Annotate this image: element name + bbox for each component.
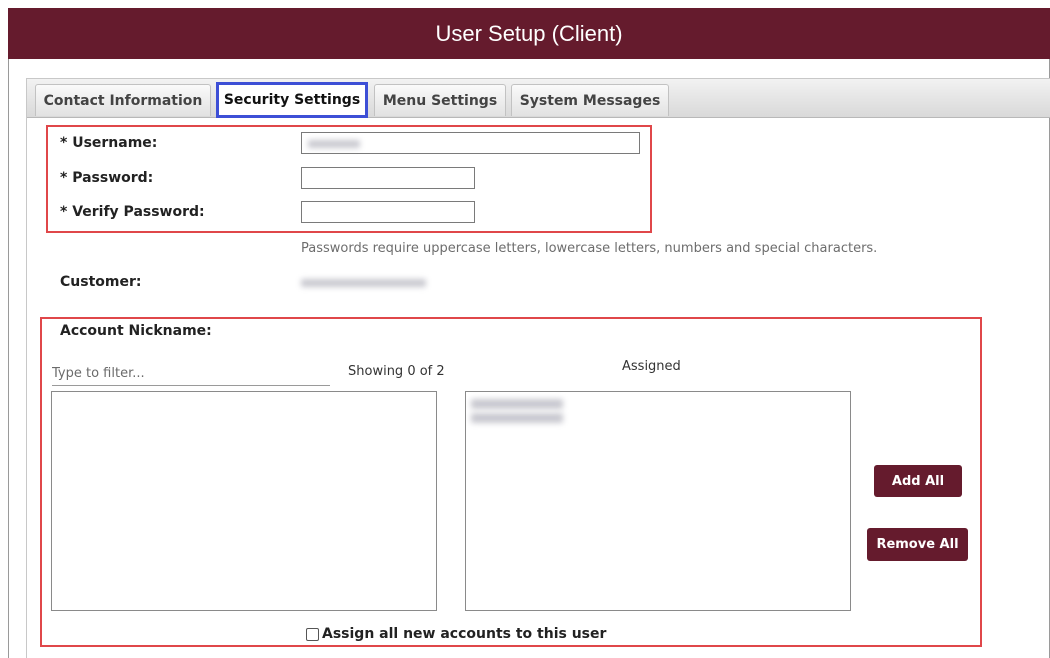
tab-menu-settings[interactable]: Menu Settings (374, 84, 506, 116)
tab-contact-information[interactable]: Contact Information (35, 84, 211, 116)
remove-all-button[interactable]: Remove All (867, 528, 968, 561)
customer-label: Customer: (60, 274, 142, 290)
available-accounts-list[interactable] (51, 391, 437, 611)
account-nickname-label: Account Nickname: (60, 323, 212, 339)
redacted-customer-value (301, 279, 426, 287)
assigned-label: Assigned (622, 359, 681, 374)
password-label: * Password: (60, 170, 154, 186)
username-label: * Username: (60, 135, 158, 151)
assign-all-new-row[interactable]: Assign all new accounts to this user (306, 626, 606, 642)
assign-all-new-label[interactable]: Assign all new accounts to this user (322, 626, 606, 642)
tab-system-messages[interactable]: System Messages (511, 84, 669, 116)
tab-security-settings[interactable]: Security Settings (216, 82, 368, 118)
assign-all-new-checkbox[interactable] (306, 627, 319, 641)
assigned-accounts-list[interactable] (465, 391, 851, 611)
redacted-assigned-item-1[interactable] (471, 399, 563, 409)
filter-input[interactable] (52, 361, 330, 386)
add-all-button[interactable]: Add All (874, 465, 962, 497)
username-field[interactable] (301, 132, 640, 154)
window-title: User Setup (Client) (8, 8, 1050, 59)
verify-password-field[interactable] (301, 201, 475, 223)
redacted-assigned-item-2[interactable] (471, 413, 563, 423)
password-field[interactable] (301, 167, 475, 189)
verify-password-label: * Verify Password: (60, 204, 205, 220)
password-hint: Passwords require uppercase letters, low… (301, 241, 878, 256)
showing-count: Showing 0 of 2 (348, 364, 445, 379)
redacted-username (308, 140, 360, 148)
